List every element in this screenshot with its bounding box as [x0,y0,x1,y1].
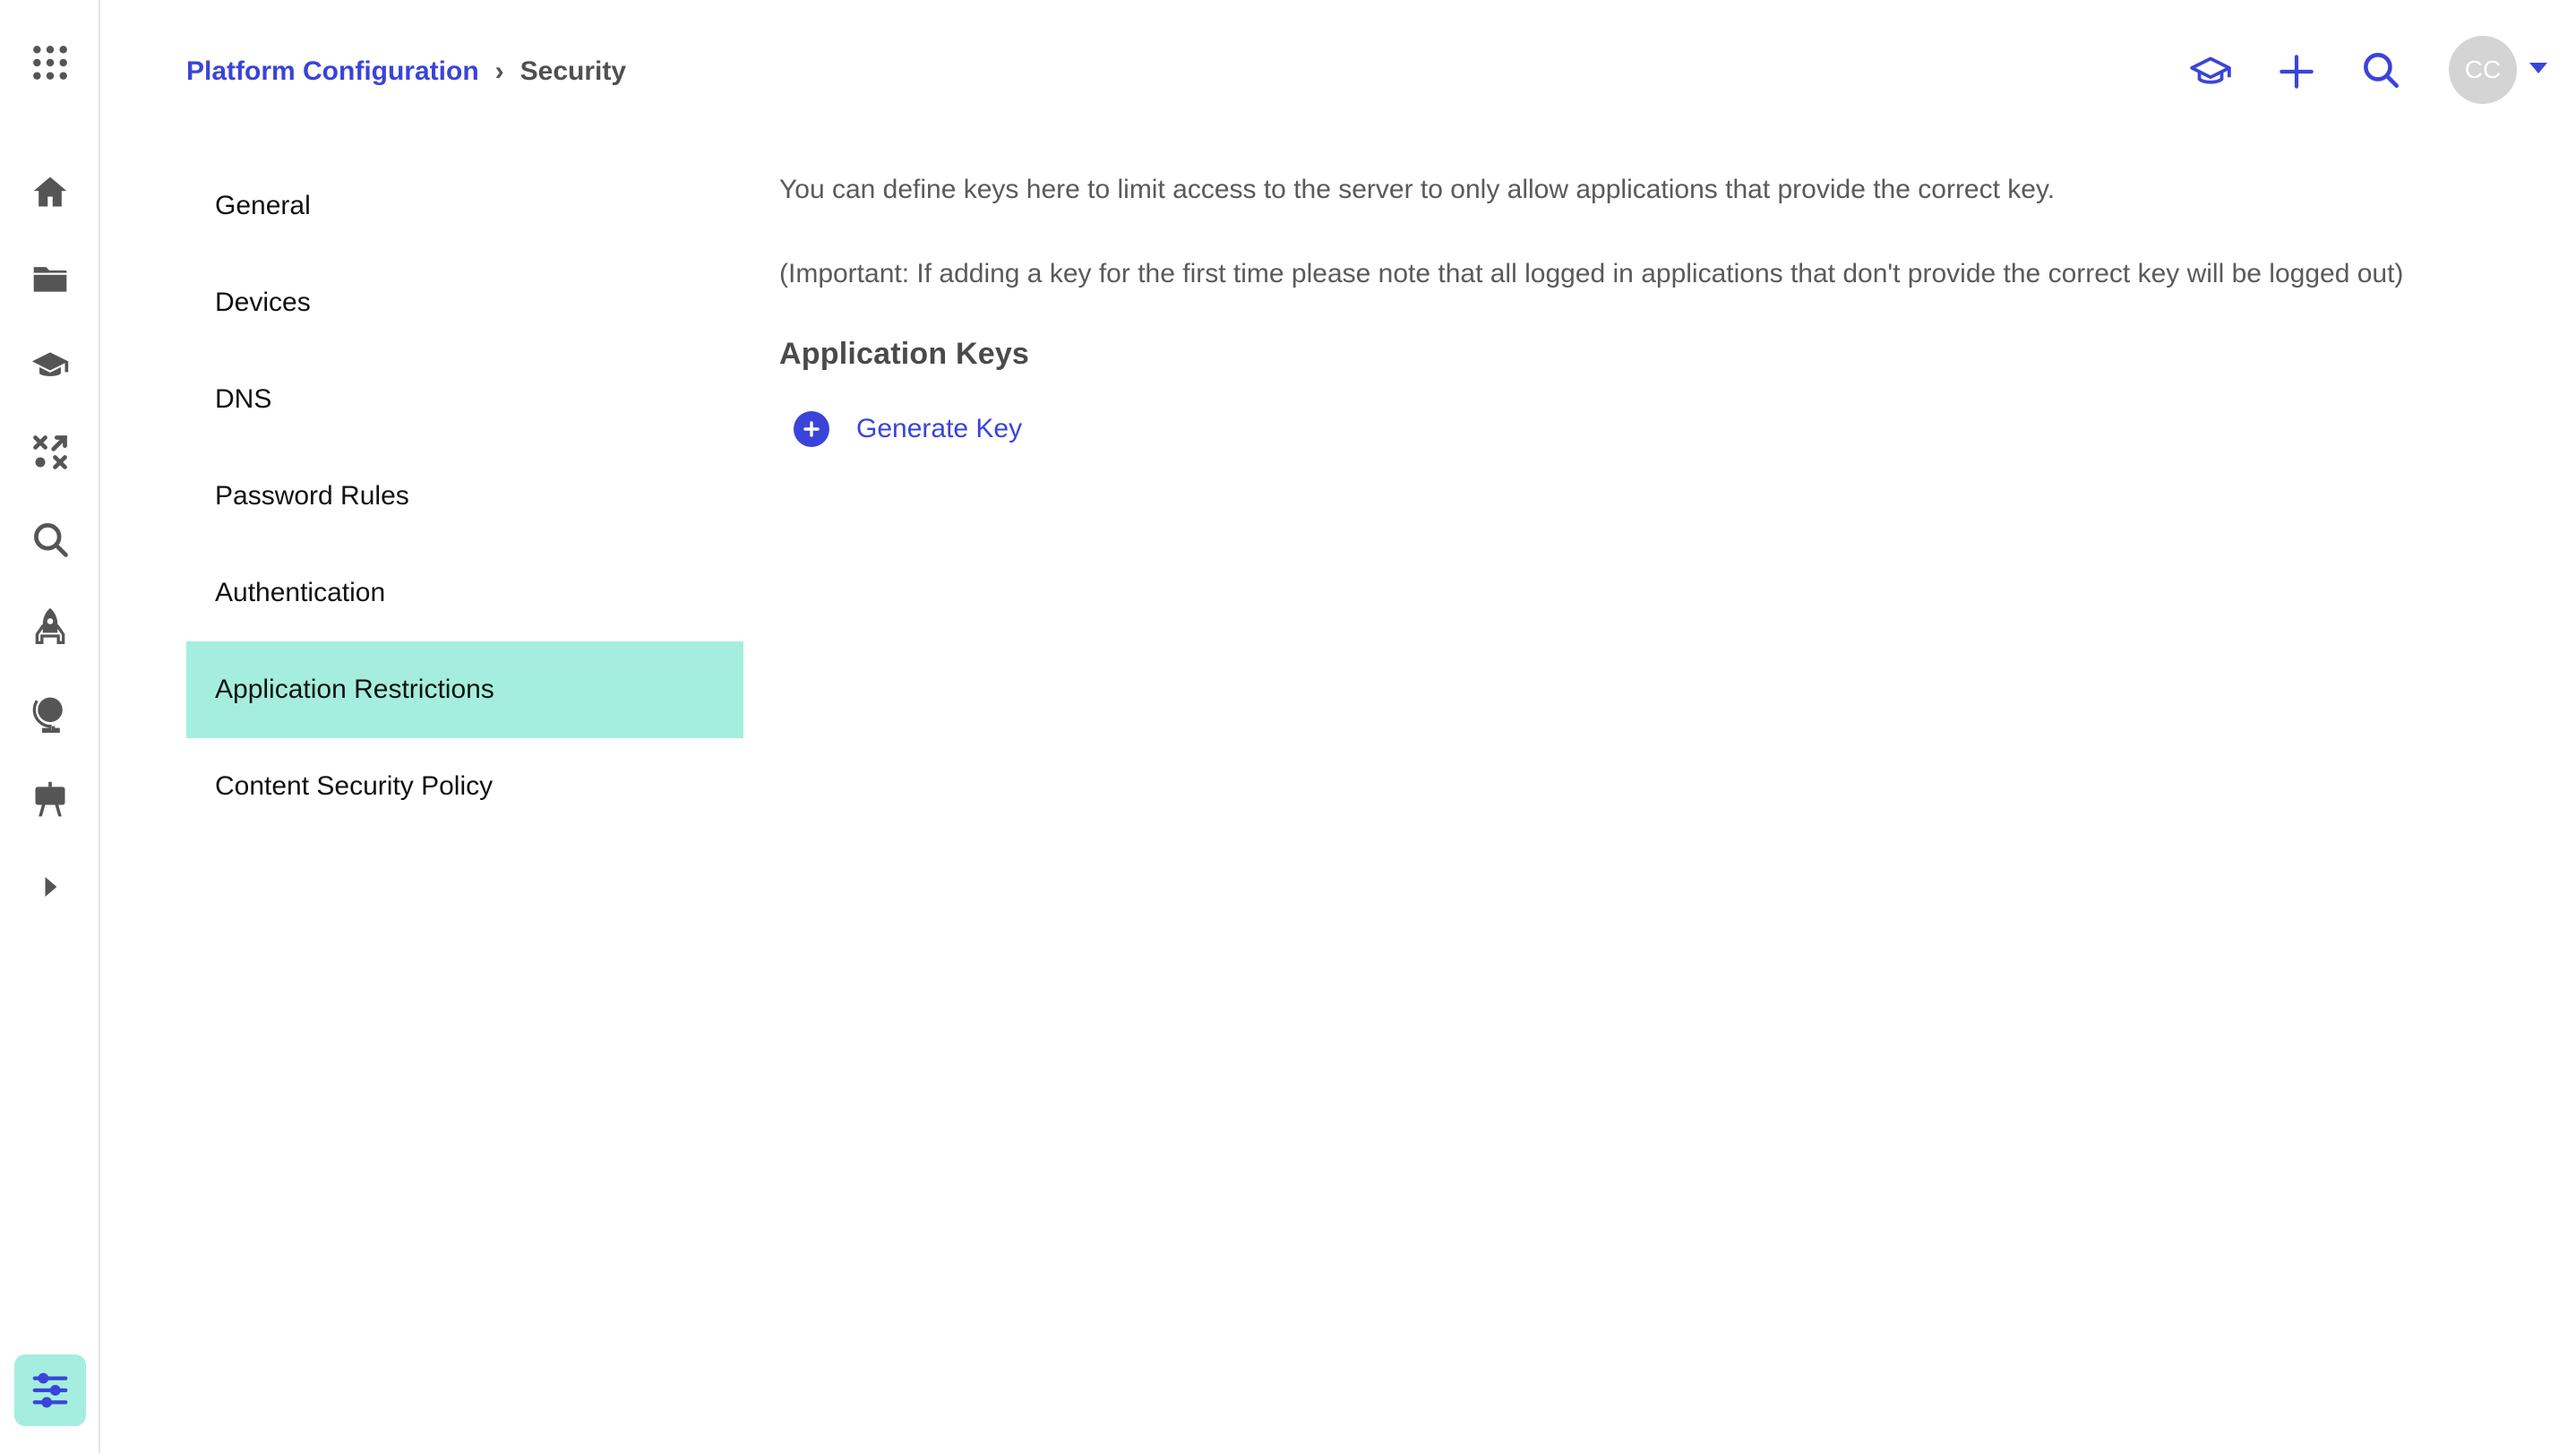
nav-item-application-restrictions[interactable]: Application Restrictions [186,641,743,738]
generate-key-label: Generate Key [856,414,1023,443]
home-icon[interactable] [25,167,75,217]
breadcrumb-parent-link[interactable]: Platform Configuration [186,56,479,87]
expand-icon[interactable] [25,862,75,912]
nav-item-authentication[interactable]: Authentication [186,545,743,641]
nav-item-devices[interactable]: Devices [186,254,743,351]
breadcrumb: Platform Configuration › Security [186,54,626,90]
search-icon[interactable] [2356,48,2406,91]
description-text: You can define keys here to limit access… [779,175,2056,204]
breadcrumb-separator: › [494,56,504,86]
settings-sliders-icon[interactable] [14,1354,86,1426]
generate-key-button[interactable]: Generate Key [779,406,2526,452]
search-icon[interactable] [25,514,75,564]
chevron-down-icon[interactable] [2529,63,2547,73]
avatar[interactable]: CC [2449,36,2517,104]
rocket-icon[interactable] [25,601,75,651]
plus-icon[interactable] [2271,50,2322,93]
settings-nav: General Devices DNS Password Rules Authe… [186,158,743,835]
globe-icon[interactable] [25,688,75,738]
graduation-cap-icon[interactable] [25,340,75,391]
tools-icon[interactable] [25,427,75,477]
main-content: You can define keys here to limit access… [779,170,2526,452]
folder-icon[interactable] [25,254,75,304]
icon-rail [0,0,100,1453]
nav-item-dns[interactable]: DNS [186,351,743,448]
nav-item-content-security-policy[interactable]: Content Security Policy [186,738,743,835]
apps-grid-icon[interactable] [25,38,75,88]
plus-circle-icon [794,411,829,447]
presentation-icon[interactable] [25,775,75,825]
section-title: Application Keys [779,337,1030,371]
nav-item-general[interactable]: General [186,158,743,254]
breadcrumb-current: Security [519,56,627,86]
graduation-cap-icon[interactable] [2185,50,2236,93]
important-note-text: (Important: If adding a key for the firs… [779,259,2404,288]
nav-item-password-rules[interactable]: Password Rules [186,448,743,545]
